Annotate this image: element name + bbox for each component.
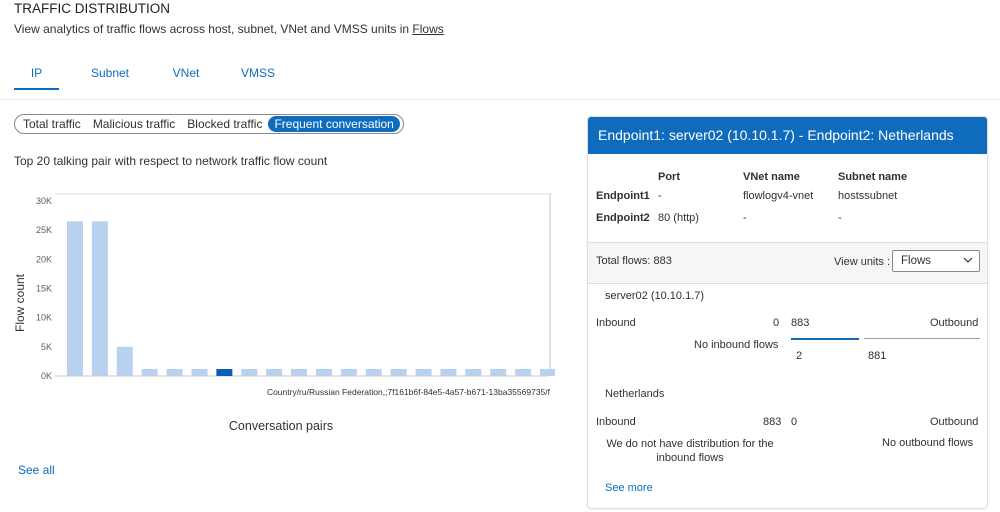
host-inbound-total: 883 [791, 317, 810, 329]
filter-frequent-conversation[interactable]: Frequent conversation [268, 116, 400, 132]
see-more-link[interactable]: See more [605, 482, 653, 494]
country-inbound-note: We do not have distribution for the inbo… [606, 438, 774, 464]
y-tick-label: 20K [36, 254, 52, 264]
endpoint1-subnet: hostssubnet [838, 190, 898, 202]
chevron-down-icon [963, 257, 973, 263]
chart-x-axis-title: Conversation pairs [228, 419, 334, 433]
host-name: server02 (10.10.1.7) [605, 290, 705, 302]
country-inbound-label: Inbound [596, 416, 636, 428]
tabs-divider [0, 99, 1000, 100]
tab-subnet[interactable]: Subnet [69, 66, 151, 88]
tab-vmss[interactable]: VMSS [226, 66, 290, 88]
chart-bar [465, 369, 482, 376]
chart-y-axis-title: Flow count [13, 273, 27, 332]
flows-link[interactable]: Flows [412, 22, 443, 36]
host-out-value-b: 881 [868, 350, 887, 362]
chart-bar [141, 369, 158, 376]
chart-bar [116, 346, 133, 376]
card-title: Endpoint1: server02 (10.10.1.7) - Endpoi… [588, 117, 987, 154]
y-tick-label: 10K [36, 313, 52, 323]
chart-bar [390, 369, 407, 376]
endpoint1-label: Endpoint1 [596, 190, 650, 202]
host-outbound-label: Outbound [930, 317, 979, 329]
view-units-value: Flows [901, 255, 932, 267]
filter-blocked-traffic[interactable]: Blocked traffic [181, 116, 268, 132]
subtitle-text: View analytics of traffic flows across h… [14, 22, 410, 36]
endpoint2-vnet: - [743, 212, 747, 224]
host-inbound-value: 0 [773, 317, 780, 329]
filter-total-traffic[interactable]: Total traffic [17, 116, 87, 132]
chart-bar [540, 369, 555, 376]
page-title: TRAFFIC DISTRIBUTION [14, 1, 170, 16]
page-subtitle: View analytics of traffic flows across h… [14, 22, 444, 36]
view-units-dropdown[interactable]: Flows [892, 250, 980, 272]
endpoint2-label: Endpoint2 [596, 212, 650, 224]
see-all-link[interactable]: See all [18, 463, 55, 477]
col-header-subnet: Subnet name [838, 171, 908, 183]
host-inbound-label: Inbound [596, 317, 636, 329]
chart-bar [67, 221, 83, 376]
host-out-value-a: 2 [796, 350, 803, 362]
col-header-port: Port [658, 171, 680, 183]
y-tick-label: 5K [41, 342, 52, 352]
chart-bar [415, 369, 432, 376]
col-header-vnet: VNet name [743, 171, 800, 183]
country-outbound-value: 0 [791, 416, 798, 428]
chart-bar [166, 369, 183, 376]
host-outbound-bar-secondary [864, 338, 980, 339]
host-inbound-note: No inbound flows [694, 339, 779, 351]
endpoint-details-card: Endpoint1: server02 (10.10.1.7) - Endpoi… [587, 116, 988, 509]
chart-bar [490, 369, 507, 376]
chart-bar [365, 369, 382, 376]
country-inbound-value: 883 [763, 416, 782, 428]
host-outbound-bar-primary [791, 338, 859, 340]
chart-bar [266, 369, 283, 376]
country-outbound-note: No outbound flows [882, 437, 974, 449]
chart-bar [91, 221, 108, 376]
chart-bar [216, 369, 233, 376]
tab-bar: IP Subnet VNet VMSS [14, 66, 290, 90]
country-outbound-label: Outbound [930, 416, 979, 428]
chart-bar [340, 369, 357, 376]
chart-bar [440, 369, 457, 376]
endpoint2-subnet: - [838, 212, 842, 224]
chart-bar [241, 369, 258, 376]
chart-bar [191, 369, 208, 376]
view-units-label: View units : [834, 256, 891, 268]
conversation-bar-chart: 0K 5K 10K 15K 20K 25K 30K Flow count Country/ru/… [13, 193, 555, 397]
traffic-filter-pill: Total traffic Malicious traffic Blocked … [14, 114, 404, 134]
y-tick-label: 25K [36, 225, 52, 235]
chart-bar [315, 369, 332, 376]
chart-description: Top 20 talking pair with respect to netw… [14, 154, 328, 168]
endpoint1-port: - [658, 190, 662, 202]
chart-bar [515, 369, 532, 376]
chart-bar [291, 369, 308, 376]
endpoint2-port: 80 (http) [658, 212, 699, 224]
endpoint1-vnet: flowlogv4-vnet [743, 190, 814, 202]
filter-malicious-traffic[interactable]: Malicious traffic [87, 116, 181, 132]
country-name: Netherlands [605, 388, 665, 400]
tab-vnet[interactable]: VNet [156, 66, 216, 88]
y-tick-label: 30K [36, 196, 52, 206]
tab-ip[interactable]: IP [14, 66, 59, 90]
y-tick-label: 15K [36, 284, 52, 294]
total-flows: Total flows: 883 [596, 255, 672, 267]
x-category-label: Country/ru/Russian Federation,;7f161b6f-… [267, 387, 551, 397]
y-tick-label: 0K [41, 371, 52, 381]
